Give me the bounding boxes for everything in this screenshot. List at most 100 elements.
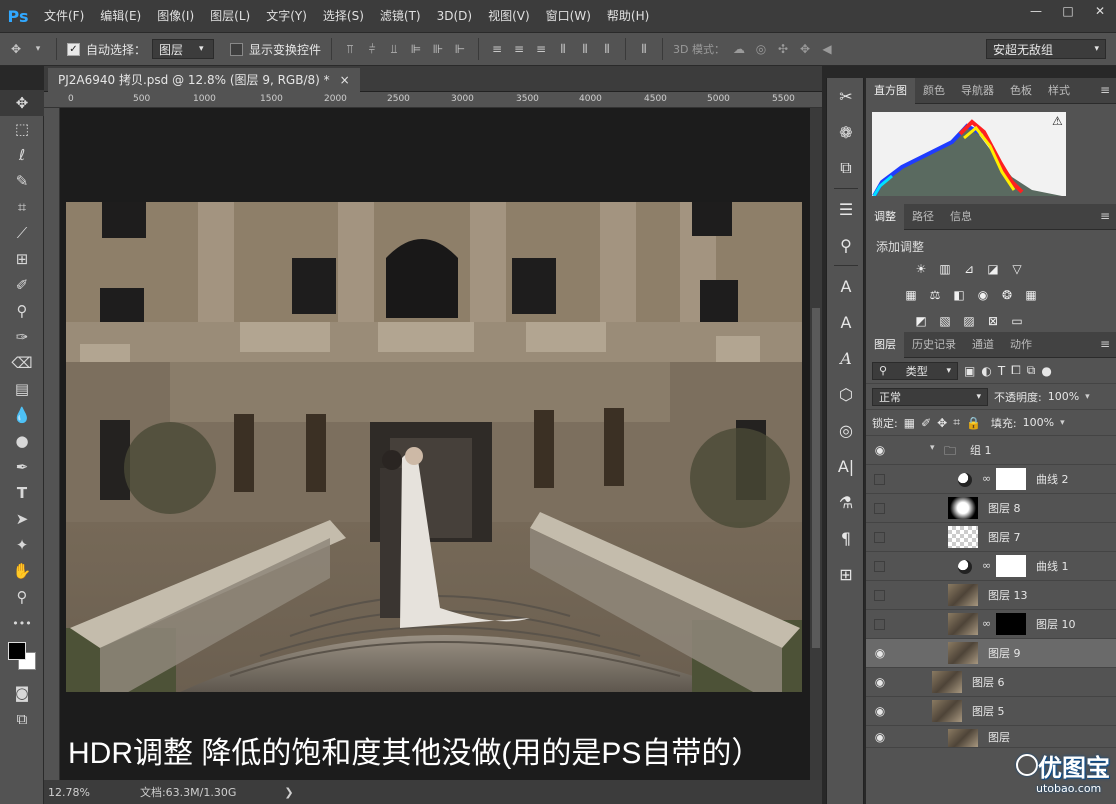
photo-filter-icon[interactable]: ◉ xyxy=(974,286,992,304)
layer-row-selected[interactable]: ◉ 图层 9 xyxy=(866,639,1116,668)
gradient-tool-icon[interactable]: ▤ xyxy=(0,376,44,402)
stamp-tool-icon[interactable]: ⚲ xyxy=(0,298,44,324)
type-tool-icon[interactable]: T xyxy=(0,480,44,506)
color-lookup-icon[interactable]: ▦ xyxy=(1022,286,1040,304)
layer-row[interactable]: ◉ 图层 6 xyxy=(866,668,1116,697)
link-chain-icon[interactable]: ∞ xyxy=(982,559,991,572)
lock-artboard-icon[interactable]: ⌗ xyxy=(953,415,960,430)
layer-thumbnail[interactable] xyxy=(932,700,962,722)
layer-filter-dropdown[interactable]: ⚲ 类型 ▾ xyxy=(872,361,958,380)
document-size[interactable]: 文档:63.3M/1.30G xyxy=(140,784,236,800)
notes-icon[interactable]: ⊞ xyxy=(827,556,865,592)
opacity-value[interactable]: 100% xyxy=(1048,390,1079,403)
distribute-hcenter-icon[interactable]: ⦀ xyxy=(577,41,593,57)
foreground-color-swatch[interactable] xyxy=(8,642,26,660)
tab-actions[interactable]: 动作 xyxy=(1002,332,1040,358)
status-menu-icon[interactable]: ❯ xyxy=(284,786,293,799)
visibility-toggle[interactable] xyxy=(874,503,885,514)
invert-icon[interactable]: ◩ xyxy=(912,312,930,330)
workspace-dropdown[interactable]: 安超无敌组 ▾ xyxy=(986,39,1106,59)
healing-tool-icon[interactable]: ⊞ xyxy=(0,246,44,272)
menu-3d[interactable]: 3D(D) xyxy=(429,0,480,32)
black-white-icon[interactable]: ◧ xyxy=(950,286,968,304)
canvas[interactable] xyxy=(60,108,810,780)
orbit-3d-icon[interactable]: ☁ xyxy=(731,41,747,57)
panel-menu-icon[interactable]: ≡ xyxy=(1100,209,1110,223)
character-icon[interactable]: A xyxy=(827,268,865,304)
group-expand-chevron-icon[interactable]: ▾ xyxy=(930,443,935,453)
history-brush-tool-icon[interactable]: ✑ xyxy=(0,324,44,350)
threshold-icon[interactable]: ▨ xyxy=(960,312,978,330)
menu-window[interactable]: 窗口(W) xyxy=(538,0,599,32)
3d-icon[interactable]: ⬡ xyxy=(827,376,865,412)
lasso-tool-icon[interactable]: ℓ xyxy=(0,142,44,168)
distribute-bottom-icon[interactable]: ≡ xyxy=(533,41,549,57)
fill-value[interactable]: 100% xyxy=(1023,416,1054,429)
menu-file[interactable]: 文件(F) xyxy=(36,0,92,32)
layer-row[interactable]: ◉ ▾ 🗀 组 1 xyxy=(866,436,1116,465)
shape-tool-icon[interactable]: ✦ xyxy=(0,532,44,558)
color-swatches[interactable] xyxy=(0,636,43,680)
paragraph-icon[interactable]: ¶ xyxy=(827,520,865,556)
character-panel-icon[interactable]: A| xyxy=(827,448,865,484)
align-left-icon[interactable]: ⊫ xyxy=(408,41,424,57)
layer-thumbnail[interactable] xyxy=(948,497,978,519)
visibility-eye-icon[interactable]: ◉ xyxy=(872,675,888,689)
distribute-vcenter-icon[interactable]: ≡ xyxy=(511,41,527,57)
eraser-tool-icon[interactable]: ⌫ xyxy=(0,350,44,376)
close-button[interactable]: ✕ xyxy=(1084,0,1116,22)
filter-smart-object-icon[interactable]: ⧉ xyxy=(1027,363,1036,378)
zoom-tool-icon[interactable]: ⚲ xyxy=(0,584,44,610)
layer-thumbnail[interactable] xyxy=(948,584,978,606)
gradient-map-icon[interactable]: ▭ xyxy=(1008,312,1026,330)
filter-adjustment-icon[interactable]: ◐ xyxy=(981,364,991,378)
brush-presets-icon[interactable]: ❁ xyxy=(827,114,865,150)
clone-source-icon[interactable]: ⧉ xyxy=(827,150,865,186)
ruler-vertical[interactable] xyxy=(44,108,60,780)
brush-icon[interactable]: ⚲ xyxy=(827,227,865,263)
layer-row[interactable]: 图层 13 xyxy=(866,581,1116,610)
layer-row[interactable]: ◉ 图层 xyxy=(866,726,1116,748)
quick-mask-icon[interactable]: ◙ xyxy=(0,680,44,706)
pen-tool-icon[interactable]: ✒ xyxy=(0,454,44,480)
more-tools-icon[interactable]: ••• xyxy=(0,610,44,636)
layer-thumbnail[interactable] xyxy=(948,729,978,747)
tab-styles[interactable]: 样式 xyxy=(1040,78,1078,104)
eyedropper-tool-icon[interactable]: ⟋ xyxy=(0,220,44,246)
lock-transparent-icon[interactable]: ▦ xyxy=(904,416,915,430)
video-3d-icon[interactable]: ◀ xyxy=(819,41,835,57)
hue-saturation-icon[interactable]: ▦ xyxy=(902,286,920,304)
tab-layers[interactable]: 图层 xyxy=(866,331,904,358)
visibility-eye-icon[interactable]: ◉ xyxy=(872,443,888,457)
panel-menu-icon[interactable]: ≡ xyxy=(1100,337,1110,351)
hand-tool-icon[interactable]: ✋ xyxy=(0,558,44,584)
filter-shape-icon[interactable]: ⧠ xyxy=(1011,363,1021,378)
align-right-icon[interactable]: ⊩ xyxy=(452,41,468,57)
slide-3d-icon[interactable]: ✥ xyxy=(797,41,813,57)
auto-align-icon[interactable]: ⫴ xyxy=(636,41,652,57)
selective-color-icon[interactable]: ⊠ xyxy=(984,312,1002,330)
quick-select-tool-icon[interactable]: ✎ xyxy=(0,168,44,194)
menu-type[interactable]: 文字(Y) xyxy=(258,0,315,32)
ruler-horizontal[interactable]: 0 500 1000 1500 2000 2500 3000 3500 4000… xyxy=(44,92,822,108)
blend-mode-dropdown[interactable]: 正常 ▾ xyxy=(872,387,988,406)
menu-layer[interactable]: 图层(L) xyxy=(202,0,258,32)
vibrance-icon[interactable]: ▽ xyxy=(1008,260,1026,278)
visibility-toggle[interactable] xyxy=(874,532,885,543)
align-bottom-icon[interactable]: ⫫ xyxy=(386,41,402,57)
maximize-button[interactable]: □ xyxy=(1052,0,1084,22)
lock-position-icon[interactable]: ✥ xyxy=(937,416,947,430)
menu-select[interactable]: 选择(S) xyxy=(315,0,372,32)
lock-all-icon[interactable]: 🔒 xyxy=(966,416,981,430)
layer-mask-thumbnail[interactable] xyxy=(996,613,1026,635)
tab-paths[interactable]: 路径 xyxy=(904,204,942,230)
layer-thumbnail[interactable] xyxy=(948,613,978,635)
layer-row[interactable]: 图层 7 xyxy=(866,523,1116,552)
layer-mask-thumbnail[interactable] xyxy=(996,555,1026,577)
pan-3d-icon[interactable]: ✣ xyxy=(775,41,791,57)
menu-image[interactable]: 图像(I) xyxy=(149,0,202,32)
layer-thumbnail[interactable] xyxy=(948,526,978,548)
tab-history[interactable]: 历史记录 xyxy=(904,332,964,358)
tab-navigator[interactable]: 导航器 xyxy=(953,78,1002,104)
roll-3d-icon[interactable]: ◎ xyxy=(753,41,769,57)
